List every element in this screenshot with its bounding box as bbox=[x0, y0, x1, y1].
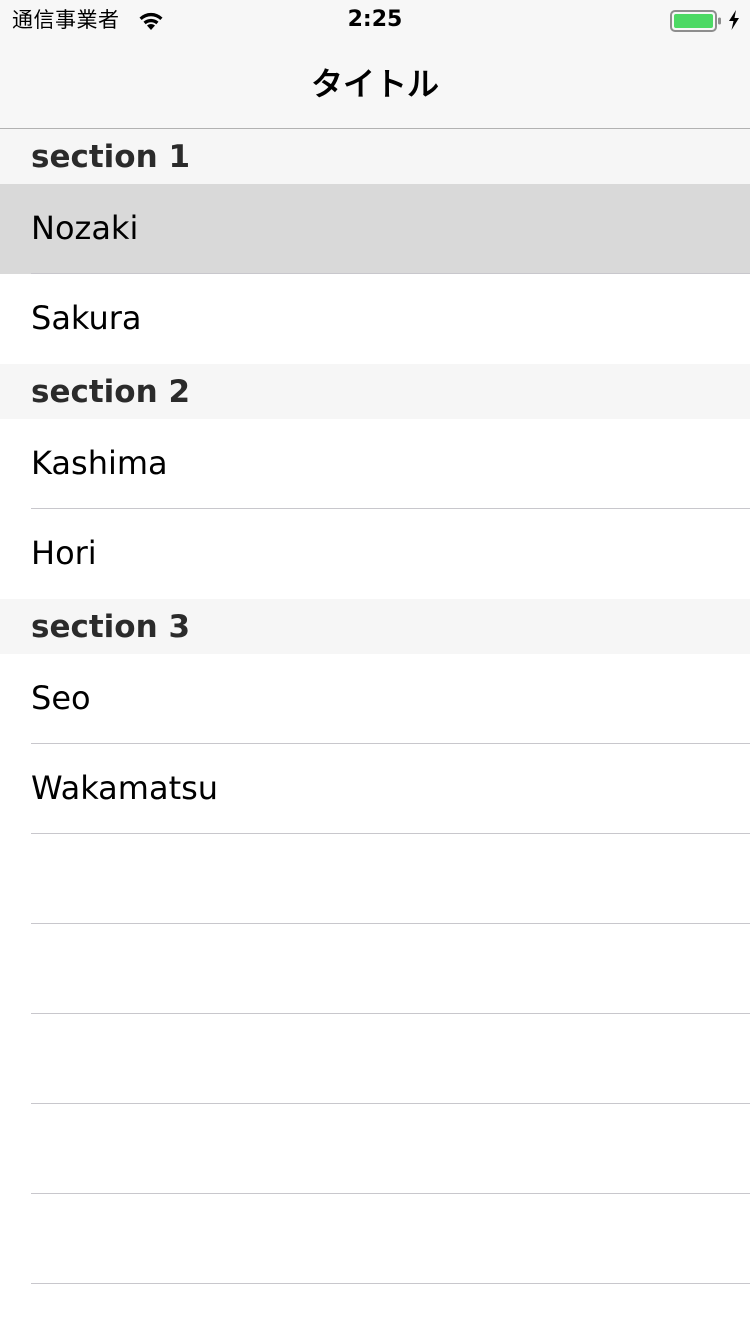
table-row-kashima[interactable]: Kashima bbox=[0, 419, 750, 509]
row-label: Sakura bbox=[31, 299, 142, 337]
section-header-2: section 2 bbox=[0, 364, 750, 419]
battery-icon bbox=[670, 10, 721, 32]
empty-row bbox=[0, 834, 750, 924]
table-row-sakura[interactable]: Sakura bbox=[0, 274, 750, 364]
table-row-wakamatsu[interactable]: Wakamatsu bbox=[0, 744, 750, 834]
section-header-1: section 1 bbox=[0, 129, 750, 184]
row-label: Hori bbox=[31, 534, 97, 572]
nav-title: タイトル bbox=[310, 65, 439, 103]
section-header-label: section 2 bbox=[31, 374, 191, 410]
row-label: Wakamatsu bbox=[31, 769, 219, 807]
empty-row bbox=[0, 1104, 750, 1194]
section-header-label: section 1 bbox=[31, 139, 191, 175]
charging-bolt-icon bbox=[729, 10, 739, 30]
row-label: Seo bbox=[31, 679, 91, 717]
empty-row bbox=[0, 924, 750, 1014]
navigation-bar: タイトル bbox=[0, 40, 750, 129]
section-header-3: section 3 bbox=[0, 599, 750, 654]
table-row-nozaki[interactable]: Nozaki bbox=[0, 184, 750, 274]
section-header-label: section 3 bbox=[31, 609, 191, 645]
status-bar: 通信事業者 2:25 bbox=[0, 0, 750, 40]
row-label: Kashima bbox=[31, 444, 168, 482]
status-time: 2:25 bbox=[347, 7, 403, 32]
table-row-seo[interactable]: Seo bbox=[0, 654, 750, 744]
row-label: Nozaki bbox=[31, 209, 139, 247]
table-view[interactable]: section 1 Nozaki Sakura section 2 Kashim… bbox=[0, 129, 750, 1284]
empty-row bbox=[0, 1194, 750, 1284]
empty-row bbox=[0, 1014, 750, 1104]
table-row-hori[interactable]: Hori bbox=[0, 509, 750, 599]
